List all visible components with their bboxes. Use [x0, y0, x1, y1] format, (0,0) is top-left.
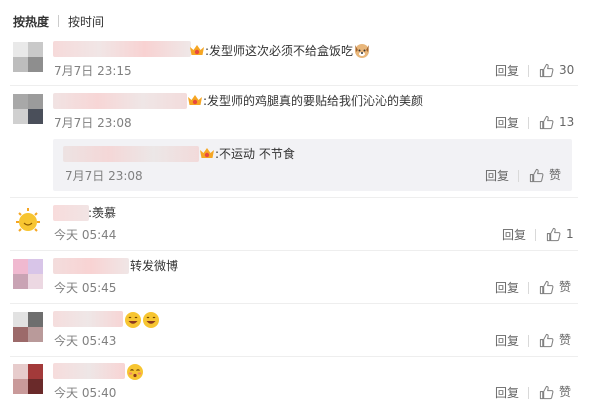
comment-text: 转发微博 [130, 259, 179, 273]
thumbs-up-icon [539, 115, 554, 129]
action-separator [528, 282, 529, 294]
reply-button[interactable]: 回复 [495, 333, 519, 349]
thumbs-up-icon [539, 385, 554, 399]
blurred-username[interactable] [53, 41, 191, 57]
thumbs-up-icon [529, 168, 544, 182]
comment-divider [10, 250, 578, 251]
comment-divider [10, 303, 578, 304]
avatar[interactable] [13, 312, 43, 342]
comment-text: 羡慕 [92, 206, 117, 220]
reply-button[interactable]: 回复 [495, 280, 519, 296]
sort-bar: 按热度 按时间 [13, 12, 104, 30]
grinning-face-emoji [125, 312, 141, 328]
reply-button[interactable]: 回复 [495, 385, 519, 401]
comment-divider [10, 197, 578, 198]
like-button[interactable]: 赞 [539, 332, 571, 348]
avatar[interactable] [13, 206, 43, 236]
comment-body: :发型师的鸡腿真的要贴给我们沁沁的美颜 [185, 93, 423, 109]
comment-time: 今天 05:44 [54, 228, 117, 242]
reply-button[interactable]: 回复 [495, 115, 519, 131]
like-button[interactable]: 赞 [539, 279, 571, 295]
comment-time: 今天 05:45 [54, 281, 117, 295]
action-separator [528, 117, 529, 129]
thumbs-up-icon [546, 227, 561, 241]
like-count: 1 [566, 227, 574, 241]
comment-body: 转发微博 [130, 258, 178, 274]
blushing-face-emoji [127, 364, 143, 380]
sort-by-hot-tab[interactable]: 按热度 [13, 13, 49, 30]
nested-reply-body: :不运动 不节食 [197, 146, 295, 162]
comment-time: 7月7日 23:08 [54, 116, 132, 130]
like-button[interactable]: 赞 [529, 167, 561, 183]
comment-divider [10, 85, 578, 86]
like-label: 赞 [559, 333, 572, 347]
comment-time: 今天 05:40 [54, 386, 117, 400]
blurred-username[interactable] [53, 363, 125, 379]
vip-crown-badge-icon [190, 45, 204, 55]
blurred-username[interactable] [53, 311, 123, 327]
comment-body [124, 311, 160, 329]
like-count: 30 [559, 63, 575, 77]
comment-time: 7月7日 23:15 [54, 64, 132, 78]
sort-by-time-tab[interactable]: 按时间 [68, 13, 104, 30]
like-button[interactable]: 1 [546, 226, 574, 242]
reply-button[interactable]: 回复 [495, 63, 519, 79]
comment-text: 发型师的鸡腿真的要贴给我们沁沁的美颜 [207, 94, 424, 108]
vip-crown-badge-icon [188, 95, 202, 105]
nested-reply-text: 不运动 不节食 [219, 147, 295, 161]
thumbs-up-icon [539, 63, 554, 77]
like-button[interactable]: 30 [539, 62, 574, 78]
sort-separator [58, 15, 60, 27]
like-count: 13 [559, 115, 575, 129]
reply-button[interactable]: 回复 [485, 168, 509, 184]
nested-reply-time: 7月7日 23:08 [65, 169, 143, 183]
thumbs-up-icon [539, 280, 554, 294]
avatar[interactable] [13, 259, 43, 289]
comment-text: 发型师这次必须不给盒饭吃 [209, 44, 354, 58]
action-separator [528, 335, 529, 347]
action-separator [518, 170, 519, 182]
grinning-face-emoji [143, 312, 159, 328]
action-separator [535, 229, 536, 241]
action-separator [528, 387, 529, 399]
comment-body: :羡慕 [88, 205, 116, 221]
like-label: 赞 [559, 280, 572, 294]
reply-button[interactable]: 回复 [502, 227, 526, 243]
avatar[interactable] [13, 94, 43, 124]
thumbs-up-icon [539, 333, 554, 347]
like-label: 赞 [549, 168, 562, 182]
comment-body: :发型师这次必须不给盒饭吃 [187, 41, 371, 59]
comment-time: 今天 05:43 [54, 334, 117, 348]
comment-body [126, 363, 144, 381]
like-button[interactable]: 13 [539, 114, 574, 130]
blurred-username[interactable] [53, 93, 187, 109]
avatar[interactable] [13, 42, 43, 72]
comment-divider [10, 356, 578, 357]
blurred-username[interactable] [53, 258, 129, 274]
dog-face-emoji [355, 44, 370, 58]
blurred-username[interactable] [63, 146, 199, 162]
vip-crown-badge-icon [200, 148, 214, 158]
like-label: 赞 [559, 385, 572, 399]
avatar[interactable] [13, 364, 43, 394]
action-separator [528, 65, 529, 77]
like-button[interactable]: 赞 [539, 384, 571, 400]
blurred-username[interactable] [53, 205, 89, 221]
